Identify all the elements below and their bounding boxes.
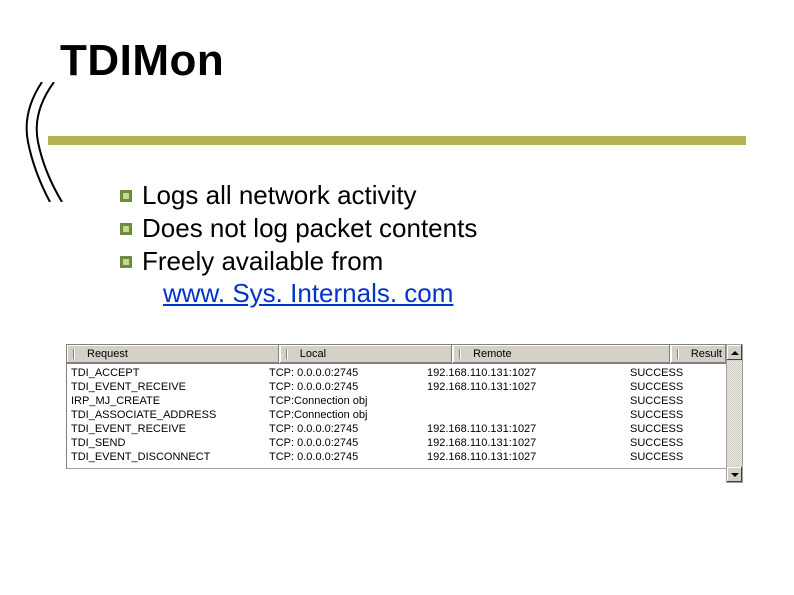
bullet-text-inner: Freely available from bbox=[142, 246, 383, 276]
cell-request: TDI_EVENT_RECEIVE bbox=[67, 380, 265, 394]
chevron-down-icon bbox=[731, 473, 739, 477]
cell-local: TCP:Connection obj bbox=[265, 394, 423, 408]
cell-result: SUCCESS bbox=[626, 394, 727, 408]
scroll-down-button[interactable] bbox=[727, 467, 742, 482]
table-row[interactable]: TDI_EVENT_RECEIVE TCP: 0.0.0.0:2745 192.… bbox=[67, 380, 727, 394]
cell-result: SUCCESS bbox=[626, 408, 727, 422]
cell-result: SUCCESS bbox=[626, 450, 727, 464]
cell-remote: 192.168.110.131:1027 bbox=[423, 380, 626, 394]
bullet-item: Does not log packet contents bbox=[120, 213, 734, 244]
cell-request: TDI_EVENT_DISCONNECT bbox=[67, 450, 265, 464]
column-header-remote[interactable]: Remote bbox=[453, 345, 671, 363]
scrollbar-track[interactable] bbox=[727, 361, 742, 466]
bullet-icon bbox=[120, 190, 132, 202]
table-row[interactable]: IRP_MJ_CREATE TCP:Connection obj SUCCESS bbox=[67, 394, 727, 408]
cell-request: TDI_EVENT_RECEIVE bbox=[67, 422, 265, 436]
cell-remote: 192.168.110.131:1027 bbox=[423, 436, 626, 450]
cell-local: TCP: 0.0.0.0:2745 bbox=[265, 422, 423, 436]
cell-local: TCP: 0.0.0.0:2745 bbox=[265, 380, 423, 394]
cell-result: SUCCESS bbox=[626, 366, 727, 380]
cell-request: IRP_MJ_CREATE bbox=[67, 394, 265, 408]
cell-local: TCP: 0.0.0.0:2745 bbox=[265, 450, 423, 464]
cell-local: TCP:Connection obj bbox=[265, 408, 423, 422]
cell-result: SUCCESS bbox=[626, 380, 727, 394]
sysinternals-link[interactable]: www. Sys. Internals. com bbox=[163, 278, 453, 309]
cell-result: SUCCESS bbox=[626, 422, 727, 436]
slide: TDIMon Logs all network activity Does no… bbox=[0, 0, 794, 595]
bullet-text: Freely available from www. Sys. Internal… bbox=[142, 246, 734, 308]
listview-header: Request Local Remote Result bbox=[67, 345, 727, 364]
cell-request: TDI_ASSOCIATE_ADDRESS bbox=[67, 408, 265, 422]
chevron-up-icon bbox=[731, 351, 739, 355]
table-row[interactable]: TDI_ACCEPT TCP: 0.0.0.0:2745 192.168.110… bbox=[67, 366, 727, 380]
bullet-item: Logs all network activity bbox=[120, 180, 734, 211]
cell-request: TDI_SEND bbox=[67, 436, 265, 450]
cell-local: TCP: 0.0.0.0:2745 bbox=[265, 436, 423, 450]
column-header-result[interactable]: Result bbox=[671, 345, 727, 363]
vertical-scrollbar[interactable] bbox=[726, 344, 743, 483]
cell-remote bbox=[423, 394, 626, 408]
cell-result: SUCCESS bbox=[626, 436, 727, 450]
cell-remote bbox=[423, 408, 626, 422]
bullet-list: Logs all network activity Does not log p… bbox=[120, 180, 734, 311]
bullet-icon bbox=[120, 256, 132, 268]
listview-body: TDI_ACCEPT TCP: 0.0.0.0:2745 192.168.110… bbox=[67, 364, 727, 468]
column-header-request[interactable]: Request bbox=[67, 345, 280, 363]
cell-remote: 192.168.110.131:1027 bbox=[423, 366, 626, 380]
bullet-item: Freely available from www. Sys. Internal… bbox=[120, 246, 734, 308]
title-underline bbox=[48, 136, 746, 145]
cell-local: TCP: 0.0.0.0:2745 bbox=[265, 366, 423, 380]
bullet-text: Logs all network activity bbox=[142, 180, 734, 211]
table-row[interactable]: TDI_ASSOCIATE_ADDRESS TCP:Connection obj… bbox=[67, 408, 727, 422]
column-header-local[interactable]: Local bbox=[280, 345, 453, 363]
slide-title: TDIMon bbox=[60, 36, 224, 86]
table-row[interactable]: TDI_SEND TCP: 0.0.0.0:2745 192.168.110.1… bbox=[67, 436, 727, 450]
tdimon-listview: Request Local Remote Result TDI_ACCEPT T… bbox=[66, 344, 728, 469]
bullet-text: Does not log packet contents bbox=[142, 213, 734, 244]
table-row[interactable]: TDI_EVENT_DISCONNECT TCP: 0.0.0.0:2745 1… bbox=[67, 450, 727, 464]
scroll-up-button[interactable] bbox=[727, 345, 742, 360]
cell-remote: 192.168.110.131:1027 bbox=[423, 422, 626, 436]
bullet-icon bbox=[120, 223, 132, 235]
cell-remote: 192.168.110.131:1027 bbox=[423, 450, 626, 464]
table-row[interactable]: TDI_EVENT_RECEIVE TCP: 0.0.0.0:2745 192.… bbox=[67, 422, 727, 436]
cell-request: TDI_ACCEPT bbox=[67, 366, 265, 380]
